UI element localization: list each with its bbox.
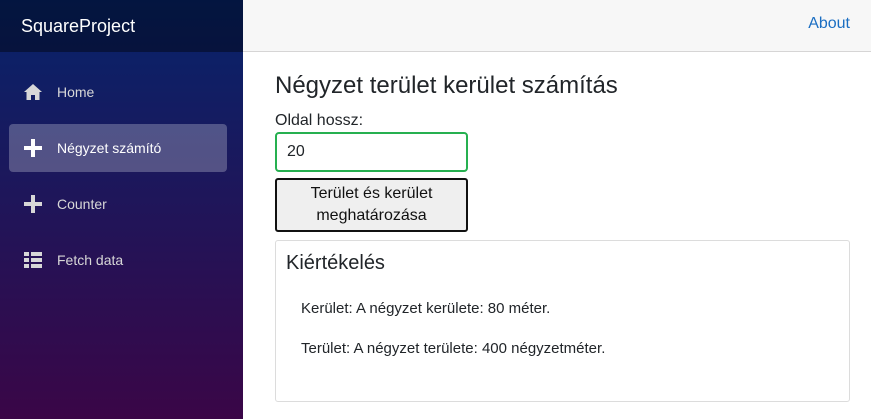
sidebar-item-fetch-data[interactable]: Fetch data [9, 236, 227, 284]
plus-icon [23, 194, 43, 214]
sidebar-item-counter[interactable]: Counter [9, 180, 227, 228]
sidebar-item-label: Counter [57, 196, 107, 212]
sidebar-nav: Home Négyzet számító Counter Fetch data [0, 52, 243, 284]
perimeter-result: Kerület: A négyzet kerülete: 80 méter. [301, 300, 551, 317]
result-title: Kiértékelés [286, 252, 385, 274]
calculate-button[interactable]: Terület és kerület meghatározása [275, 178, 468, 232]
brand-link[interactable]: SquareProject [21, 16, 135, 37]
side-length-label: Oldal hossz: [275, 112, 364, 129]
side-length-input[interactable] [275, 132, 468, 172]
area-result: Terület: A négyzet területe: 400 négyzet… [301, 340, 606, 357]
main-content: Négyzet terület kerület számítás Oldal h… [275, 52, 850, 402]
sidebar-item-negyzet-szamito[interactable]: Négyzet számító [9, 124, 227, 172]
about-link[interactable]: About [808, 15, 850, 33]
page-title: Négyzet terület kerület számítás [275, 72, 618, 99]
sidebar: SquareProject Home Négyzet számító Count… [0, 0, 243, 419]
brand-bar: SquareProject [0, 0, 243, 52]
sidebar-item-label: Home [57, 84, 95, 100]
home-icon [23, 82, 43, 102]
plus-icon [23, 138, 43, 158]
list-icon [23, 250, 43, 270]
result-card: Kiértékelés Kerület: A négyzet kerülete:… [275, 240, 850, 402]
sidebar-item-label: Négyzet számító [57, 140, 162, 156]
sidebar-item-home[interactable]: Home [9, 68, 227, 116]
top-row: About [243, 0, 871, 52]
sidebar-item-label: Fetch data [57, 252, 124, 268]
